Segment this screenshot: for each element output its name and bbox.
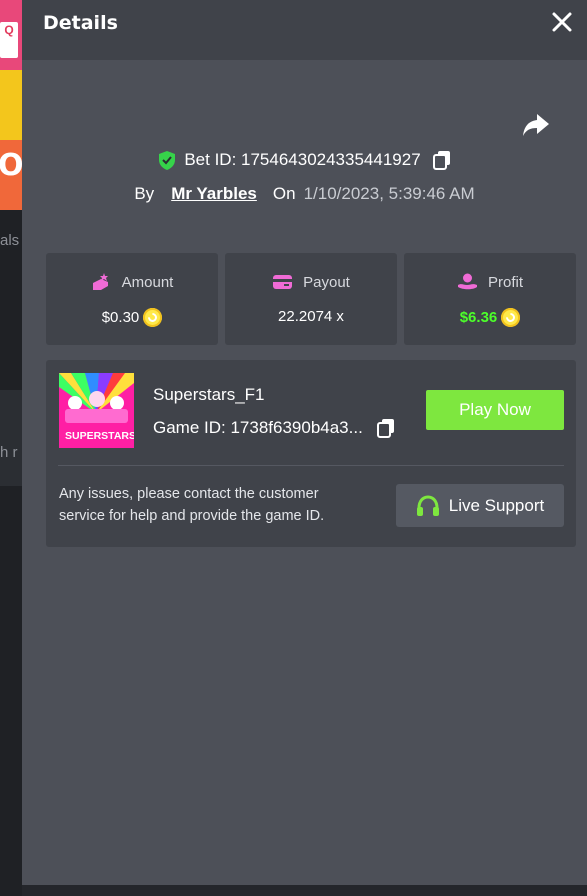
profit-stat: Profit $6.36 — [404, 253, 576, 345]
coin-icon — [501, 308, 521, 327]
bet-id: Bet ID: 1754643024335441927 — [184, 150, 421, 169]
bet-stats: Amount $0.30 Payout 22.2074 x Profit $6.… — [46, 253, 576, 345]
profit-value: $6.36 — [459, 309, 498, 326]
copy-icon[interactable] — [432, 150, 451, 170]
live-support-label: Live Support — [448, 495, 545, 515]
bet-id-row: Bet ID: 1754643024335441927 — [22, 150, 587, 170]
live-support-button[interactable]: Live Support — [396, 484, 564, 527]
drawer-title: Details — [43, 12, 118, 34]
share-button[interactable] — [522, 112, 550, 138]
amount-icon — [92, 273, 108, 290]
background-card-letter: Q — [0, 22, 18, 58]
game-id: Game ID: 1738f6390b4a3... — [153, 418, 363, 437]
by-label: By — [134, 184, 155, 203]
close-icon — [552, 12, 572, 32]
amount-value: $0.30 — [101, 309, 140, 326]
background-band — [0, 390, 22, 414]
support-message: Any issues, please contact the customer … — [59, 486, 325, 524]
user-link[interactable]: Mr Yarbles — [171, 184, 257, 204]
background-label-1: als — [0, 232, 20, 249]
background-game-thumb[interactable]: Q O — [0, 0, 22, 210]
coin-icon — [143, 308, 163, 327]
game-thumbnail-title: SUPERSTARS — [65, 430, 134, 442]
profit-icon — [457, 273, 477, 290]
background-page: Q O als h r — [0, 0, 22, 896]
bet-meta-row: By Mr Yarbles On 1/10/2023, 5:39:46 AM — [22, 184, 587, 204]
details-drawer: Details Bet ID: 1754643024335441927 By M… — [22, 0, 587, 885]
amount-stat: Amount $0.30 — [46, 253, 218, 345]
game-card: SUPERSTARS Superstars_F1 Game ID: 1738f6… — [46, 360, 576, 547]
profit-label: Profit — [487, 273, 523, 291]
background-label-2: h r — [0, 444, 18, 461]
copy-icon[interactable] — [376, 418, 395, 438]
bet-date: 1/10/2023, 5:39:46 AM — [303, 184, 475, 203]
close-button[interactable] — [551, 11, 573, 33]
card-icon — [273, 275, 293, 289]
play-now-button[interactable]: Play Now — [426, 390, 564, 430]
divider — [58, 465, 564, 466]
on-label: On — [272, 184, 296, 203]
drawer-header: Details — [22, 0, 587, 60]
background-card-text: O — [0, 148, 22, 183]
payout-label: Payout — [303, 273, 350, 291]
game-thumbnail[interactable]: SUPERSTARS — [59, 373, 134, 448]
payout-value: 22.2074 x — [278, 308, 344, 325]
game-name: Superstars_F1 — [153, 385, 265, 404]
shield-icon — [159, 150, 176, 170]
share-icon — [523, 114, 549, 136]
headset-icon — [416, 494, 439, 516]
game-thumbnail-art: SUPERSTARS — [59, 373, 134, 448]
payout-stat: Payout 22.2074 x — [225, 253, 397, 345]
amount-label: Amount — [121, 273, 174, 291]
game-id-row: Game ID: 1738f6390b4a3... — [153, 418, 395, 438]
